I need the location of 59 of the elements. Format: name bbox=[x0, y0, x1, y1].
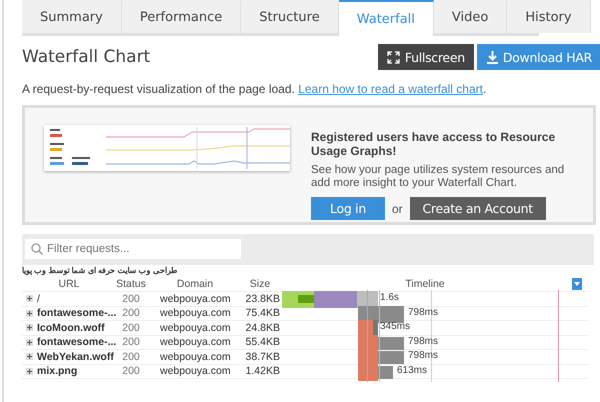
expand-icon[interactable] bbox=[26, 295, 33, 302]
tab[interactable]: History bbox=[507, 0, 591, 33]
timing-text: 798ms bbox=[408, 350, 438, 361]
url-cell: mix.png bbox=[37, 365, 78, 378]
domain-cell-text: webpouya.com bbox=[159, 322, 232, 334]
size-cell-text: 38.7KB bbox=[244, 350, 280, 363]
url-cell: fontawesome-... bbox=[37, 336, 116, 348]
column-header: Size bbox=[248, 278, 272, 290]
size-cell-text: 55.4KB bbox=[244, 336, 280, 348]
promo-body: See how your page utilizes system resources and add more insight to your Waterfall Chart. bbox=[311, 164, 566, 190]
url-cell: IcoMoon.woff bbox=[37, 322, 105, 334]
dropdown-button[interactable] bbox=[572, 278, 582, 290]
or-text: or bbox=[392, 202, 403, 216]
promo-heading: Registered users have access to Resource Usage Graphs! bbox=[311, 130, 556, 158]
fullscreen-button[interactable]: Fullscreen bbox=[378, 44, 474, 70]
status-cell-text: 200 bbox=[121, 350, 141, 363]
page-title: Waterfall Chart bbox=[22, 47, 150, 67]
search-icon bbox=[31, 243, 43, 255]
size-cell-text: 1.42KB bbox=[244, 365, 280, 378]
period-text: . bbox=[482, 82, 486, 96]
page-title-text: طراحی وب سایت حرفه ای شما توسط وب پویا bbox=[22, 265, 177, 277]
column-header: Domain bbox=[176, 278, 214, 290]
timing-text: 345ms bbox=[380, 321, 410, 332]
domain-cell-text: webpouya.com bbox=[159, 365, 232, 378]
timing-text: 613ms bbox=[397, 364, 428, 376]
tab[interactable]: Summary bbox=[22, 0, 122, 33]
status-cell-text: 200 bbox=[121, 292, 141, 305]
expand-icon[interactable] bbox=[26, 310, 33, 317]
size-cell-text: 24.8KB bbox=[244, 322, 280, 334]
column-header: Timeline bbox=[404, 277, 446, 291]
status-cell-text: 200 bbox=[121, 322, 141, 334]
expand-icon[interactable] bbox=[26, 353, 33, 360]
url-cell: fontawesome-... bbox=[37, 307, 116, 320]
filter-field[interactable]: Filter requests... bbox=[25, 239, 241, 259]
expand-icon bbox=[386, 50, 400, 64]
create-account-button[interactable]: Create an Account bbox=[410, 197, 546, 220]
expand-icon[interactable] bbox=[26, 324, 33, 332]
size-cell-text: 23.8KB bbox=[244, 292, 280, 305]
timing-text: 798ms bbox=[408, 336, 438, 346]
url-cell: / bbox=[37, 292, 40, 305]
tab[interactable]: Video bbox=[434, 0, 508, 33]
url-cell: WebYekan.woff bbox=[37, 350, 114, 363]
domain-cell-text: webpouya.com bbox=[159, 336, 232, 348]
domain-cell-text: webpouya.com bbox=[159, 292, 232, 305]
expand-icon[interactable] bbox=[26, 368, 33, 375]
column-header: Status bbox=[115, 278, 147, 290]
tab[interactable]: Performance bbox=[122, 0, 242, 33]
size-cell-text: 75.4KB bbox=[244, 307, 280, 320]
column-header: URL bbox=[57, 278, 80, 290]
domain-cell-text: webpouya.com bbox=[159, 307, 232, 320]
tab[interactable]: Structure bbox=[241, 0, 339, 33]
domain-cell-text: webpouya.com bbox=[159, 350, 232, 363]
timing-text: 1.6s bbox=[380, 292, 399, 303]
timing-text: 798ms bbox=[408, 306, 438, 318]
download-icon bbox=[486, 50, 498, 64]
expand-icon[interactable] bbox=[26, 338, 33, 346]
caret-icon bbox=[574, 282, 580, 286]
description-text: A request-by-request visualization of the page load. bbox=[22, 82, 295, 96]
status-cell-text: 200 bbox=[121, 365, 141, 378]
